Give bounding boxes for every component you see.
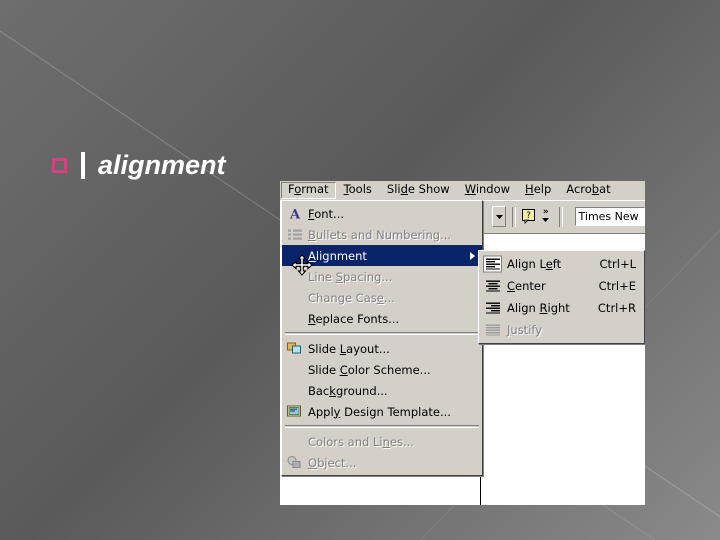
menu-item-colors-and-lines[interactable]: Colors and Lines...	[282, 431, 482, 452]
menu-item-label: Slide Layout...	[308, 341, 390, 356]
align-center-icon	[483, 278, 502, 295]
menu-acrobat[interactable]: Acrobat	[559, 182, 617, 199]
slide-canvas: alignment ? » Times New Format Tools Sli…	[0, 0, 720, 540]
menu-format[interactable]: Format	[281, 182, 336, 199]
svg-text:A: A	[288, 208, 300, 221]
menu-item-label: Font...	[308, 206, 345, 221]
menu-item-apply-design-template[interactable]: Apply Design Template...	[282, 401, 482, 422]
menu-item-line-spacing[interactable]: Line Spacing...	[282, 266, 482, 287]
bullets-list-icon	[286, 226, 303, 243]
menu-item-replace-fonts[interactable]: Replace Fonts...	[282, 308, 482, 329]
menu-item-label: Replace Fonts...	[308, 311, 400, 326]
menu-item-label: Bullets and Numbering...	[308, 227, 452, 242]
help-question-icon[interactable]: ?	[521, 208, 537, 225]
submenu-item-align-left[interactable]: Align Left Ctrl+L	[479, 253, 644, 275]
hollow-square-bullet-icon	[52, 158, 67, 173]
menu-item-alignment[interactable]: Alignment	[282, 245, 482, 266]
svg-text:?: ?	[526, 211, 531, 221]
slide-layout-icon	[286, 340, 303, 357]
submenu-item-center[interactable]: Center Ctrl+E	[479, 275, 644, 297]
submenu-item-justify[interactable]: Justify	[479, 319, 644, 341]
align-left-icon	[483, 255, 502, 273]
chevron-down-icon[interactable]	[492, 206, 507, 227]
object-icon	[286, 454, 303, 471]
format-dropdown-menu: A Font... Bullets and Numbering... Align…	[281, 200, 483, 476]
submenu-item-accel: Ctrl+R	[597, 301, 636, 315]
submenu-item-label: Align Right	[507, 301, 570, 315]
font-a-icon: A	[286, 205, 303, 222]
menu-item-bullets-and-numbering[interactable]: Bullets and Numbering...	[282, 224, 482, 245]
menu-item-label: Object...	[308, 455, 357, 470]
submenu-item-label: Align Left	[507, 257, 562, 271]
menu-window[interactable]: Window	[458, 182, 517, 199]
submenu-arrow-icon	[470, 251, 475, 260]
font-name-input[interactable]: Times New	[574, 207, 645, 226]
align-justify-icon	[483, 322, 502, 339]
submenu-item-accel: Ctrl+E	[598, 279, 636, 293]
submenu-item-label: Justify	[507, 323, 543, 337]
menu-separator	[285, 425, 479, 428]
menu-item-label: Apply Design Template...	[308, 404, 451, 419]
menu-item-label: Background...	[308, 383, 388, 398]
menu-item-label: Change Case...	[308, 290, 395, 305]
menu-slide-show[interactable]: Slide Show	[380, 182, 457, 199]
menu-separator	[285, 332, 479, 335]
submenu-item-label: Center	[507, 279, 546, 293]
menu-bar: Format Tools Slide Show Window Help Acro…	[280, 181, 645, 201]
slide-title-row: alignment	[52, 152, 226, 179]
double-chevron-icon[interactable]: »	[539, 208, 553, 224]
menu-item-background[interactable]: Background...	[282, 380, 482, 401]
menu-help[interactable]: Help	[518, 182, 558, 199]
page-title: alignment	[98, 150, 226, 180]
menu-item-slide-color-scheme[interactable]: Slide Color Scheme...	[282, 359, 482, 380]
design-template-icon	[286, 403, 303, 420]
toolbar-separator	[558, 206, 563, 227]
alignment-submenu: Align Left Ctrl+L Center Ctrl+E Align Ri…	[478, 250, 645, 344]
submenu-item-align-right[interactable]: Align Right Ctrl+R	[479, 297, 644, 319]
menu-tools[interactable]: Tools	[337, 182, 379, 199]
embedded-screenshot: ? » Times New Format Tools Slide Show Wi…	[280, 181, 645, 505]
alignment-move-icon	[286, 247, 303, 264]
submenu-item-accel: Ctrl+L	[599, 257, 636, 271]
menu-item-slide-layout[interactable]: Slide Layout...	[282, 338, 482, 359]
menu-item-object[interactable]: Object...	[282, 452, 482, 473]
menu-item-label: Colors and Lines...	[308, 434, 414, 449]
toolbar: ? » Times New	[480, 200, 645, 234]
align-right-icon	[483, 300, 502, 317]
menu-item-label: Slide Color Scheme...	[308, 362, 431, 377]
menu-item-label: Alignment	[308, 248, 367, 263]
menu-item-change-case[interactable]: Change Case...	[282, 287, 482, 308]
menu-item-label: Line Spacing...	[308, 269, 393, 284]
title-divider-bar	[81, 152, 85, 179]
toolbar-separator	[512, 206, 516, 227]
menu-item-font[interactable]: A Font...	[282, 203, 482, 224]
